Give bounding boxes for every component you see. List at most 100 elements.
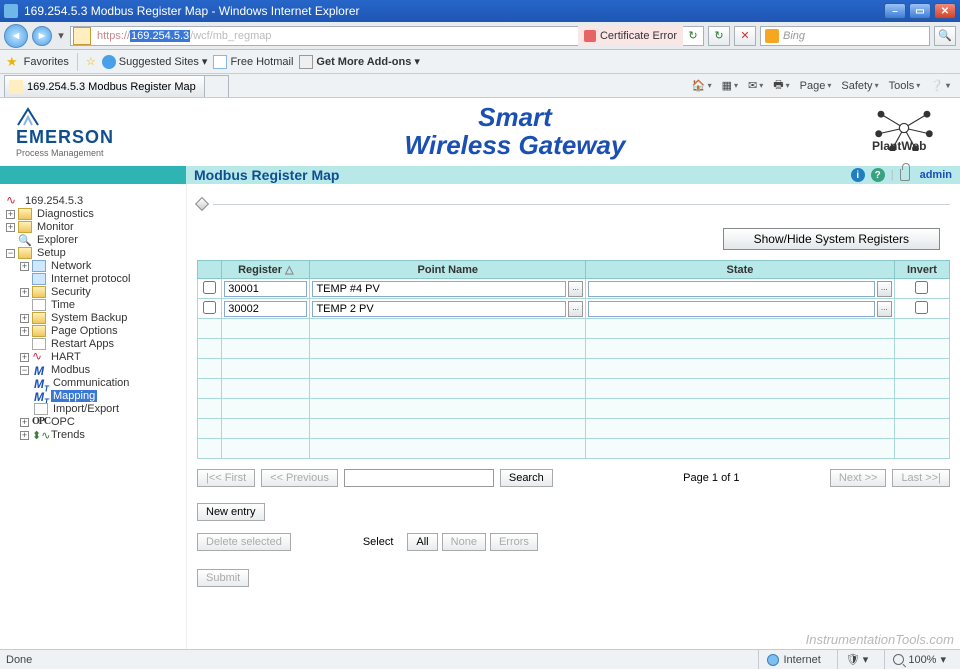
col-state[interactable]: State <box>586 261 895 279</box>
certificate-error-button[interactable]: Certificate Error <box>578 26 683 46</box>
get-addons-link[interactable]: Get More Add-ons ▾ <box>299 55 419 69</box>
first-page-button[interactable]: |<< First <box>197 469 255 487</box>
window-maximize-button[interactable]: ▭ <box>909 3 931 19</box>
print-button[interactable]: 🖶▾ <box>771 76 791 95</box>
tree-opc[interactable]: +OPCOPC <box>20 416 182 428</box>
favorites-label[interactable]: Favorites <box>24 56 69 68</box>
next-page-button[interactable]: Next >> <box>830 469 887 487</box>
pager-search-button[interactable]: Search <box>500 469 553 487</box>
tree-diagnostics[interactable]: +Diagnostics <box>6 208 182 220</box>
address-bar[interactable]: https://169.254.5.3/wcf/mb_regmap Certif… <box>70 26 704 46</box>
status-zoom[interactable]: 100% ▾ <box>884 650 954 669</box>
col-invert[interactable]: Invert <box>894 261 949 279</box>
col-point-name[interactable]: Point Name <box>310 261 586 279</box>
free-hotmail-link[interactable]: Free Hotmail <box>213 55 293 69</box>
register-input[interactable] <box>224 301 307 317</box>
expand-icon[interactable]: + <box>20 314 29 323</box>
state-input[interactable] <box>588 301 875 317</box>
expand-icon[interactable]: + <box>20 431 29 440</box>
tree-hart[interactable]: +∿HART <box>20 351 182 363</box>
status-security[interactable]: 🛡 ▾ <box>837 650 877 669</box>
invert-checkbox[interactable] <box>915 301 928 314</box>
last-page-button[interactable]: Last >>| <box>892 469 950 487</box>
new-entry-button[interactable]: New entry <box>197 503 265 521</box>
prev-page-button[interactable]: << Previous <box>261 469 338 487</box>
window-close-button[interactable]: ✕ <box>934 3 956 19</box>
favorites-star-icon[interactable]: ★ <box>6 54 18 70</box>
forward-button[interactable]: ► <box>32 26 52 46</box>
state-input[interactable] <box>588 281 875 297</box>
expand-icon[interactable]: + <box>20 418 29 427</box>
tree-modbus-import-export[interactable]: Import/Export <box>34 403 182 415</box>
point-picker-button[interactable]: … <box>568 281 583 297</box>
suggested-sites-link[interactable]: Suggested Sites ▾ <box>102 55 208 69</box>
show-hide-system-registers-button[interactable]: Show/Hide System Registers <box>723 228 940 250</box>
tree-page-options[interactable]: +Page Options <box>20 325 182 337</box>
col-register[interactable]: Register △ <box>222 261 310 279</box>
select-errors-button[interactable]: Errors <box>490 533 538 551</box>
register-input[interactable] <box>224 281 307 297</box>
state-picker-button[interactable]: … <box>877 301 892 317</box>
page-menu[interactable]: Page▾ <box>798 80 834 92</box>
window-minimize-button[interactable]: – <box>884 3 906 19</box>
expand-icon[interactable]: + <box>20 262 29 271</box>
submit-button[interactable]: Submit <box>197 569 249 587</box>
select-none-button[interactable]: None <box>442 533 486 551</box>
expand-icon[interactable]: + <box>6 210 15 219</box>
emerson-name: EMERSON <box>16 127 114 148</box>
tree-explorer[interactable]: 🔍Explorer <box>6 234 182 246</box>
help-button[interactable]: ❔▾ <box>928 79 952 92</box>
ie-icon <box>4 4 18 18</box>
home-button[interactable]: 🏠▾ <box>690 79 714 92</box>
status-protected-mode[interactable]: Internet <box>758 650 828 669</box>
info-icon[interactable]: i <box>851 168 865 182</box>
collapse-icon[interactable]: − <box>6 249 15 258</box>
delete-selected-button[interactable]: Delete selected <box>197 533 291 551</box>
tree-network[interactable]: +Network <box>20 260 182 272</box>
search-go-button[interactable]: 🔍 <box>934 26 956 46</box>
browser-search-input[interactable]: Bing <box>760 26 930 46</box>
row-checkbox[interactable] <box>203 301 216 314</box>
row-checkbox[interactable] <box>203 281 216 294</box>
pager-search-input[interactable] <box>344 469 494 487</box>
point-name-input[interactable] <box>312 301 566 317</box>
stop-button[interactable]: ✕ <box>734 26 756 46</box>
collapse-icon[interactable]: − <box>20 366 29 375</box>
tree-security[interactable]: +Security <box>20 286 182 298</box>
tree-monitor[interactable]: +Monitor <box>6 221 182 233</box>
tree-system-backup[interactable]: +System Backup <box>20 312 182 324</box>
tree-internet-protocol[interactable]: Internet protocol <box>20 273 182 285</box>
tree-modbus-communication[interactable]: MTCommunication <box>34 377 182 389</box>
feeds-button[interactable]: ▦▾ <box>720 79 740 92</box>
add-favorite-icon[interactable]: ☆ <box>86 55 96 68</box>
back-button[interactable]: ◄ <box>4 24 28 48</box>
tree-modbus-mapping[interactable]: MTMapping <box>34 390 182 402</box>
tree-time[interactable]: Time <box>20 299 182 311</box>
emerson-subtitle: Process Management <box>16 148 104 158</box>
nav-history-dropdown[interactable]: ▾ <box>56 29 66 42</box>
tools-menu[interactable]: Tools▾ <box>887 80 923 92</box>
tree-restart-apps[interactable]: Restart Apps <box>20 338 182 350</box>
tree-modbus[interactable]: −MModbus <box>20 364 182 376</box>
invert-checkbox[interactable] <box>915 281 928 294</box>
tree-setup[interactable]: −Setup <box>6 247 182 259</box>
point-name-input[interactable] <box>312 281 566 297</box>
new-tab-button[interactable] <box>205 75 229 97</box>
address-text[interactable]: https://169.254.5.3/wcf/mb_regmap <box>93 30 578 42</box>
refresh-button[interactable]: ↻ <box>708 26 730 46</box>
plantweb-logo: PlantWeb <box>864 105 944 159</box>
point-picker-button[interactable]: … <box>568 301 583 317</box>
page-tab[interactable]: 169.254.5.3 Modbus Register Map <box>4 75 205 97</box>
read-mail-button[interactable]: ✉▾ <box>746 79 765 92</box>
go-refresh-icon[interactable]: ↻ <box>683 29 703 42</box>
expand-icon[interactable]: + <box>20 327 29 336</box>
safety-menu[interactable]: Safety▾ <box>839 80 880 92</box>
state-picker-button[interactable]: … <box>877 281 892 297</box>
expand-icon[interactable]: + <box>6 223 15 232</box>
expand-icon[interactable]: + <box>20 288 29 297</box>
select-all-button[interactable]: All <box>407 533 437 551</box>
help-page-icon[interactable]: ? <box>871 168 885 182</box>
tree-root[interactable]: ∿169.254.5.3 <box>6 195 182 207</box>
expand-icon[interactable]: + <box>20 353 29 362</box>
tree-trends[interactable]: +⬍∿Trends <box>20 429 182 441</box>
